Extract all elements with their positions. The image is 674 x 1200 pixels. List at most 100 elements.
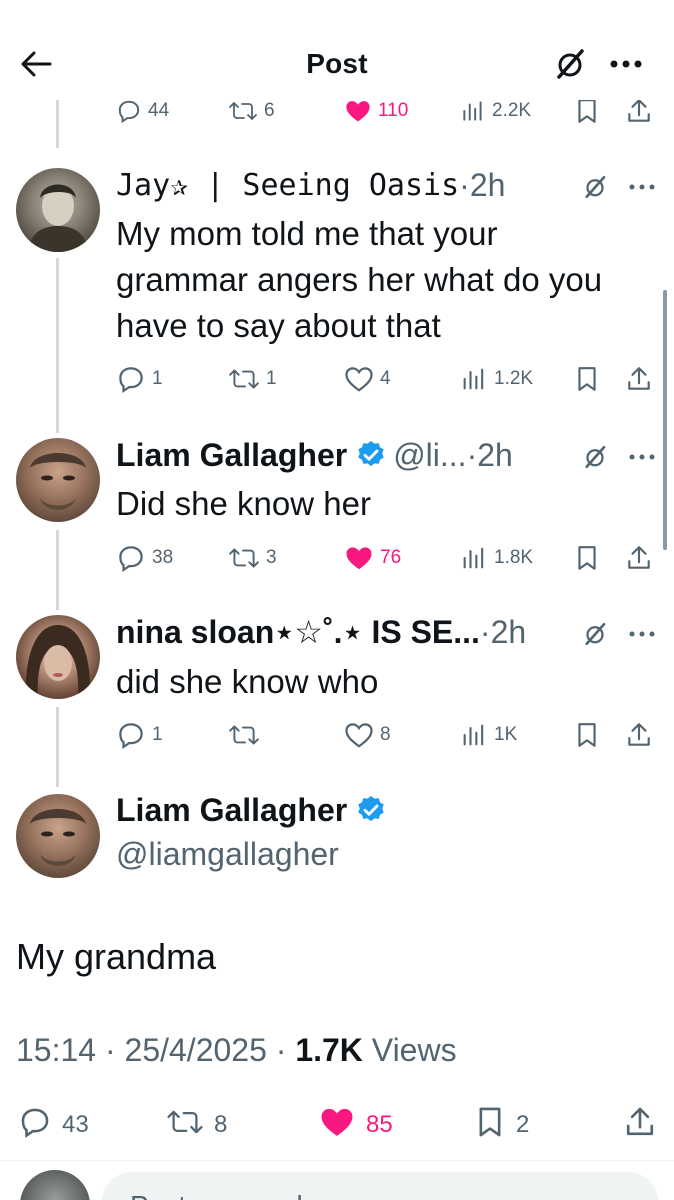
repost-icon — [228, 544, 260, 572]
share-icon — [626, 721, 652, 749]
like-button[interactable]: 4 — [344, 362, 391, 396]
repost-count: 8 — [214, 1111, 228, 1138]
tweet-header: Jay✰ | Seeing Oasis ·2h — [116, 163, 505, 207]
repost-button[interactable]: 3 — [228, 541, 277, 575]
grok-icon[interactable] — [552, 46, 588, 82]
grok-icon[interactable] — [580, 619, 610, 649]
share-icon — [624, 1105, 656, 1146]
bookmark-button[interactable] — [574, 541, 600, 575]
bookmark-icon — [474, 1105, 506, 1146]
meta-separator: · — [266, 1032, 296, 1068]
like-button[interactable]: 85 — [318, 1100, 393, 1150]
reply-button[interactable]: 1 — [116, 718, 163, 752]
share-button[interactable] — [624, 1100, 656, 1150]
reply-input[interactable]: Post your reply — [102, 1172, 658, 1200]
grok-icon[interactable] — [580, 172, 610, 202]
like-icon — [344, 721, 374, 749]
top-bar: Post — [0, 0, 674, 100]
bookmark-button[interactable] — [574, 718, 600, 752]
views-button[interactable]: 1K — [460, 718, 517, 752]
avatar[interactable] — [16, 168, 100, 252]
views-count: 1K — [494, 724, 518, 745]
views-label: Views — [371, 1032, 457, 1068]
share-icon — [626, 544, 652, 572]
like-button[interactable]: 8 — [344, 718, 391, 752]
display-name[interactable]: Jay✰ | Seeing Oasis — [116, 168, 459, 203]
grok-icon[interactable] — [580, 442, 610, 472]
bookmark-button[interactable]: 2 — [474, 1100, 529, 1150]
handle[interactable]: @li... — [393, 437, 466, 474]
tweet-meta: 15:14 · 25/4/2025 · 1.7K Views — [16, 1032, 457, 1069]
reply-count: 44 — [148, 100, 170, 121]
views-button[interactable]: 1.8K — [460, 541, 533, 575]
repost-count: 6 — [264, 100, 275, 121]
divider — [0, 1160, 674, 1161]
repost-button[interactable] — [228, 718, 266, 752]
thread-line — [56, 258, 59, 433]
views-count: 2.2K — [492, 100, 532, 121]
repost-button[interactable]: 1 — [228, 362, 277, 396]
display-name[interactable]: nina sloan⋆☆˚.⋆ IS SE... — [116, 613, 480, 651]
handle[interactable]: @liamgallagher — [116, 832, 339, 876]
bookmark-icon — [574, 544, 600, 572]
bookmark-icon — [574, 365, 600, 393]
more-icon[interactable] — [604, 46, 648, 82]
current-user-avatar[interactable] — [20, 1170, 90, 1200]
views-button[interactable]: 1.2K — [460, 362, 533, 396]
tweet-header: nina sloan⋆☆˚.⋆ IS SE... ·2h — [116, 610, 526, 654]
reply-placeholder: Post your reply — [130, 1190, 317, 1200]
like-count: 76 — [380, 547, 402, 568]
tweet-header: Liam Gallagher @li... ·2h — [116, 433, 513, 477]
reply-button[interactable]: 43 — [18, 1100, 89, 1150]
more-icon[interactable] — [624, 619, 660, 649]
avatar[interactable] — [16, 615, 100, 699]
share-button[interactable] — [626, 362, 652, 396]
like-button[interactable]: 76 — [344, 541, 401, 575]
reply-count: 38 — [152, 547, 174, 568]
share-button[interactable] — [626, 541, 652, 575]
avatar[interactable] — [16, 438, 100, 522]
more-icon[interactable] — [624, 172, 660, 202]
like-icon — [344, 98, 372, 124]
views-count[interactable]: 1.7K — [295, 1032, 363, 1068]
like-icon — [344, 544, 374, 572]
tweet-text: My mom told me that your grammar angers … — [116, 215, 603, 344]
bookmark-button[interactable] — [574, 362, 600, 396]
views-count: 1.8K — [494, 547, 534, 568]
post-date[interactable]: 25/4/2025 — [125, 1032, 267, 1068]
post-time[interactable]: 15:14 — [16, 1032, 96, 1068]
views-icon — [460, 721, 488, 749]
verified-icon — [355, 439, 387, 471]
timestamp[interactable]: ·2h — [467, 437, 513, 474]
reply-button[interactable]: 1 — [116, 362, 163, 396]
views-icon — [460, 365, 488, 393]
action-bar: 1 1 4 1.2K — [116, 362, 656, 396]
bookmark-icon — [574, 97, 600, 125]
reply-icon — [116, 543, 146, 573]
action-bar: 1 8 1K — [116, 718, 656, 752]
reply-button[interactable]: 38 — [116, 541, 173, 575]
bookmark-count: 2 — [516, 1111, 530, 1138]
share-button[interactable] — [626, 718, 652, 752]
display-name[interactable]: Liam Gallagher — [116, 792, 347, 829]
avatar[interactable] — [16, 794, 100, 878]
main-action-bar: 43 8 85 2 — [0, 1100, 674, 1150]
repost-icon — [228, 365, 260, 393]
more-icon[interactable] — [624, 442, 660, 472]
tweet-text: did she know who — [116, 663, 379, 700]
like-count: 4 — [380, 368, 391, 389]
timestamp[interactable]: ·2h — [459, 167, 505, 204]
like-count: 8 — [380, 724, 391, 745]
repost-button[interactable]: 8 — [166, 1100, 227, 1150]
like-icon — [318, 1105, 356, 1146]
reply-count: 1 — [152, 724, 163, 745]
reply-icon — [116, 720, 146, 750]
scrollbar[interactable] — [663, 290, 667, 550]
tweet-text: Did she know her — [116, 485, 371, 522]
display-name[interactable]: Liam Gallagher — [116, 437, 347, 474]
reply-count: 1 — [152, 368, 163, 389]
share-icon — [626, 365, 652, 393]
repost-count: 3 — [266, 547, 277, 568]
timestamp[interactable]: ·2h — [480, 614, 526, 651]
thread-line — [56, 530, 59, 610]
